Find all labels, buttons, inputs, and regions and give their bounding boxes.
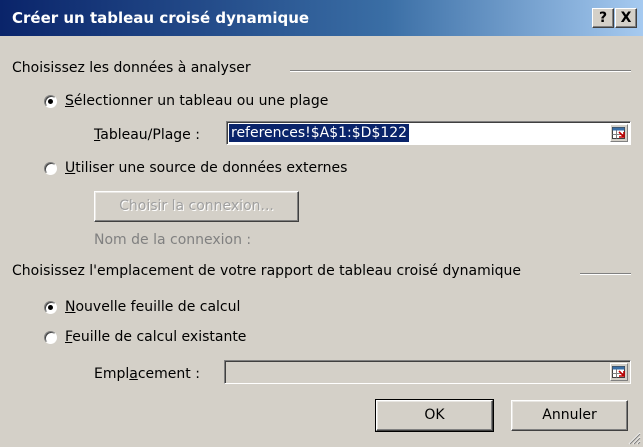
option-existing-sheet-label: Feuille de calcul existante [65, 329, 247, 345]
title-bar: Créer un tableau croisé dynamique ? X [0, 0, 643, 36]
ok-button[interactable]: OK [375, 399, 494, 432]
option-select-table[interactable]: Sélectionner un tableau ou une plage [44, 93, 328, 109]
table-range-input[interactable]: references!$A$1:$D$122 [226, 121, 631, 145]
connection-name-label: Nom de la connexion : [94, 232, 252, 248]
table-range-collapse-button[interactable] [610, 124, 628, 142]
option-new-sheet[interactable]: Nouvelle feuille de calcul [44, 299, 240, 315]
radio-new-sheet[interactable] [44, 300, 57, 314]
range-selector-icon [612, 366, 625, 378]
radio-external-source[interactable] [44, 161, 57, 175]
help-button[interactable]: ? [592, 8, 614, 28]
source-group-label: Choisissez les données à analyser [12, 60, 259, 76]
table-range-label: Tableau/Plage : [94, 127, 200, 143]
option-select-table-label: Sélectionner un tableau ou une plage [65, 93, 329, 109]
option-new-sheet-label: Nouvelle feuille de calcul [65, 299, 241, 315]
cancel-button[interactable]: Annuler [511, 400, 628, 431]
table-range-value: references!$A$1:$D$122 [229, 124, 410, 142]
location-label: Emplacement : [94, 366, 200, 382]
option-existing-sheet[interactable]: Feuille de calcul existante [44, 329, 246, 345]
close-button[interactable]: X [615, 8, 637, 28]
location-collapse-button[interactable] [610, 363, 628, 381]
location-input[interactable] [224, 360, 631, 384]
location-group-label: Choisissez l'emplacement de votre rappor… [12, 263, 529, 279]
range-selector-icon [612, 127, 625, 139]
option-external-source-label: Utiliser une source de données externes [65, 160, 348, 176]
location-group-divider [580, 273, 631, 275]
radio-select-table[interactable] [44, 94, 57, 108]
choose-connection-button[interactable]: Choisir la connexion... [94, 191, 299, 222]
resize-grip-icon[interactable] [627, 431, 641, 445]
dialog-title: Créer un tableau croisé dynamique [12, 9, 310, 27]
radio-existing-sheet[interactable] [44, 330, 57, 344]
option-external-source[interactable]: Utiliser une source de données externes [44, 160, 347, 176]
source-group-divider [290, 70, 631, 72]
